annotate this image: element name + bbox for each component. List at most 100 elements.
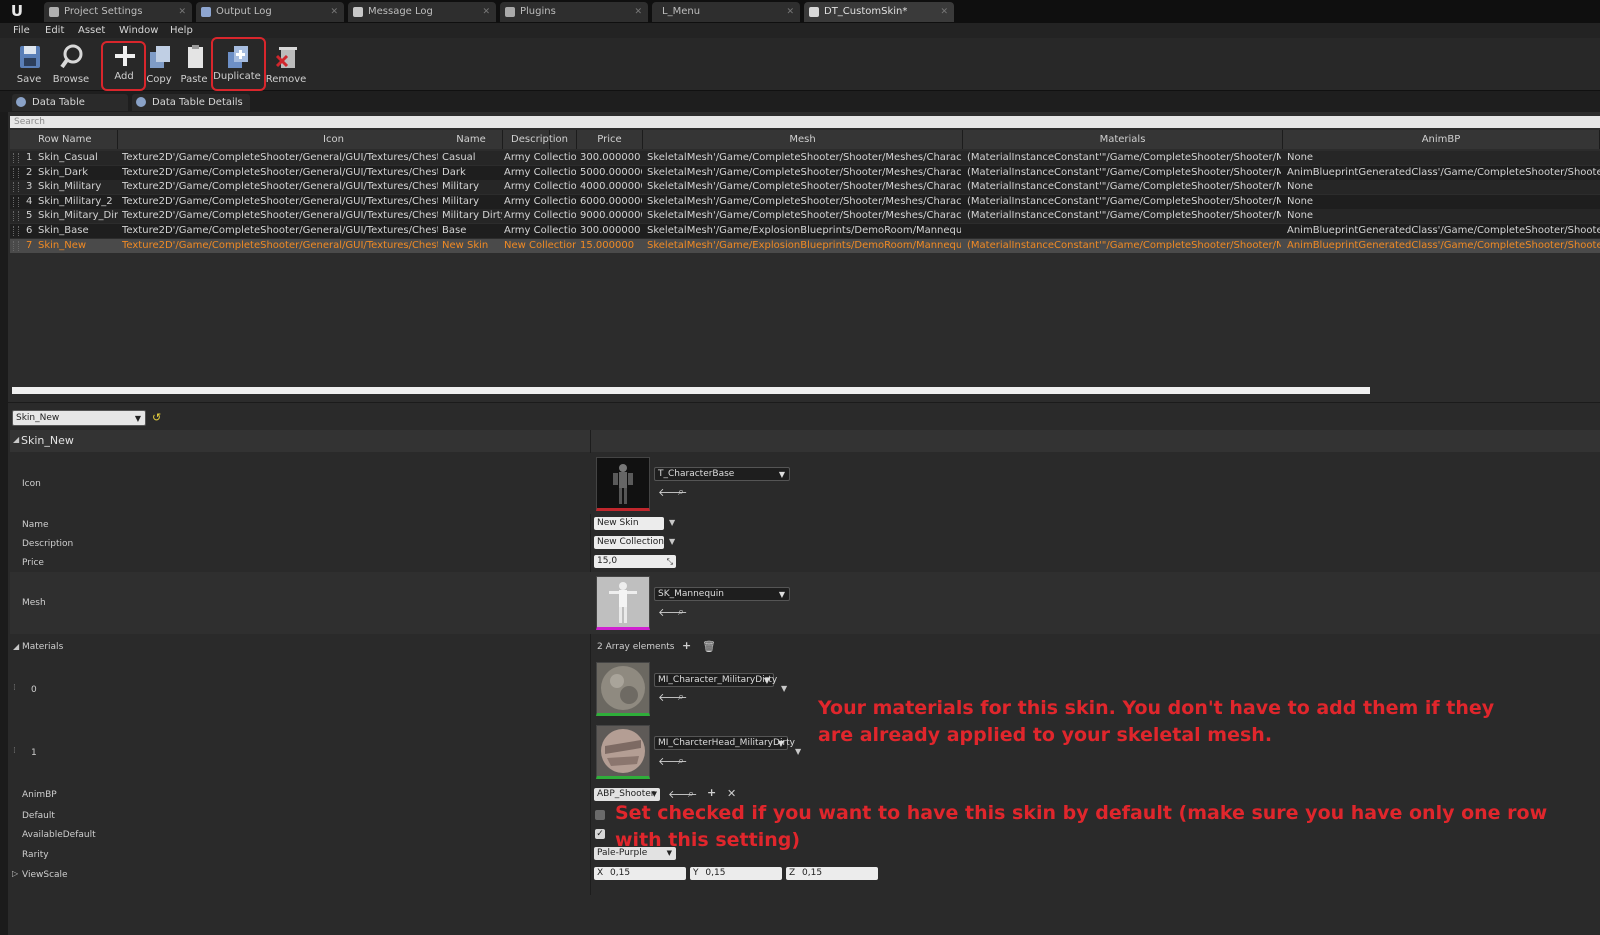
table-row[interactable]: 6 Skin_Base Texture2D'/Game/CompleteShoote… <box>10 224 1600 238</box>
save-button[interactable]: Save <box>9 42 49 88</box>
name-field[interactable]: New Skin <box>594 517 664 530</box>
viewscale-z-field[interactable]: Z 0,15 <box>786 867 878 880</box>
materials-cell: (MaterialInstanceConstant'"/Game/Complet… <box>967 152 1281 163</box>
default-checkbox[interactable] <box>595 810 605 820</box>
material-0-thumbnail[interactable] <box>596 662 650 716</box>
table-row[interactable]: 2 Skin_Dark Texture2D'/Game/CompleteShoote… <box>10 165 1600 180</box>
property-label: Rarity <box>22 850 49 860</box>
description-field[interactable]: New Collection <box>594 536 664 549</box>
table-row[interactable]: 3 Skin_Military Texture2D'/Game/CompleteSh… <box>10 180 1600 195</box>
horizontal-scrollbar[interactable] <box>12 387 1370 394</box>
section-header[interactable]: ◢ Skin_New <box>10 430 1600 452</box>
mesh-property-row <box>10 572 1600 634</box>
chevron-down-icon[interactable]: ▼ <box>669 537 675 546</box>
spin-arrows-icon: ⤡ <box>666 557 673 566</box>
drag-handle-icon[interactable] <box>13 196 19 207</box>
chevron-down-icon: ▼ <box>134 414 141 423</box>
drag-handle-icon[interactable]: ⁞ <box>13 683 16 693</box>
menu-asset[interactable]: Asset <box>78 23 105 38</box>
browse-magnifier-icon[interactable]: ⌕ <box>688 787 694 801</box>
column-header-materials[interactable]: Materials <box>963 130 1283 149</box>
price-cell: 4000.000000 <box>580 181 642 193</box>
price-field[interactable]: 15,0 ⤡ <box>594 555 676 568</box>
browse-magnifier-icon[interactable]: ⌕ <box>678 605 684 619</box>
tab-data-table-details[interactable]: Data Table Details <box>132 94 250 111</box>
paste-button[interactable]: Paste <box>174 42 214 88</box>
icon-thumbnail[interactable] <box>596 457 650 511</box>
material-1-thumbnail[interactable] <box>596 725 650 779</box>
mesh-asset-dropdown[interactable]: SK_Mannequin ▼ <box>654 587 790 601</box>
viewscale-x-field[interactable]: X 0,15 <box>594 867 686 880</box>
tab-dt-customskin[interactable]: DT_CustomSkin* ✕ <box>804 2 954 22</box>
close-icon[interactable]: ✕ <box>178 2 186 22</box>
column-header-name[interactable]: Name <box>440 130 503 149</box>
column-header-description[interactable]: Description <box>503 130 577 149</box>
drag-handle-icon[interactable] <box>13 226 19 236</box>
column-header-price[interactable]: Price <box>577 130 643 149</box>
reset-arrow-icon[interactable]: ↺ <box>152 411 161 424</box>
tab-l-menu[interactable]: L_Menu ✕ <box>652 2 800 22</box>
remove-button[interactable]: Remove <box>266 42 306 88</box>
browse-magnifier-icon[interactable]: ⌕ <box>678 485 684 499</box>
icon-asset-dropdown[interactable]: T_CharacterBase ▼ <box>654 467 790 481</box>
table-row[interactable]: 4 Skin_Military_2 Texture2D'/Game/Complete… <box>10 194 1600 209</box>
clear-x-icon[interactable]: ✕ <box>727 787 736 800</box>
menu-edit[interactable]: Edit <box>45 23 64 38</box>
tab-data-table[interactable]: Data Table <box>12 94 128 111</box>
tab-output-log[interactable]: Output Log ✕ <box>196 2 344 22</box>
viewscale-y-field[interactable]: Y 0,15 <box>690 867 782 880</box>
drag-handle-icon[interactable] <box>13 211 19 222</box>
row-name-cell: Skin_New <box>38 239 87 251</box>
collapse-triangle-icon[interactable]: ◢ <box>13 642 19 651</box>
chevron-down-icon[interactable]: ▼ <box>669 518 675 527</box>
drag-handle-icon[interactable] <box>13 240 19 251</box>
trash-icon[interactable]: 🗑 <box>702 640 716 653</box>
duplicate-icon <box>228 46 248 68</box>
materials-cell <box>967 224 1281 238</box>
duplicate-button[interactable]: Duplicate <box>213 42 261 88</box>
chevron-down-icon[interactable]: ▼ <box>781 684 787 693</box>
copy-icon <box>150 46 170 68</box>
material-0-dropdown[interactable]: MI_Character_MilitaryDirty ▼ <box>654 673 777 687</box>
rarity-dropdown[interactable]: Pale-Purple ▼ <box>594 847 676 860</box>
menu-file[interactable]: File <box>13 23 30 38</box>
chevron-down-icon[interactable]: ▼ <box>795 747 801 756</box>
add-element-icon[interactable]: + <box>682 639 691 652</box>
drag-handle-icon[interactable] <box>13 153 19 163</box>
unreal-logo-icon: U <box>10 2 24 20</box>
column-header-animbp[interactable]: AnimBP <box>1283 130 1600 149</box>
close-icon[interactable]: ✕ <box>940 2 948 22</box>
search-input[interactable]: Search <box>10 116 1600 128</box>
property-label: AvailableDefault <box>22 830 96 840</box>
tab-label: Message Log <box>368 6 433 17</box>
chevron-down-icon: ▼ <box>666 849 672 857</box>
browse-magnifier-icon[interactable]: ⌕ <box>678 690 684 704</box>
drag-handle-icon[interactable] <box>13 167 19 178</box>
drag-handle-icon[interactable] <box>13 182 19 193</box>
row-select-dropdown[interactable]: Skin_New ▼ <box>12 410 146 426</box>
menu-window[interactable]: Window <box>119 23 158 38</box>
table-row[interactable]: 7 Skin_New Texture2D'/Game/CompleteShooter… <box>10 238 1600 253</box>
menu-help[interactable]: Help <box>170 23 193 38</box>
close-icon[interactable]: ✕ <box>634 2 642 22</box>
table-row[interactable]: 1 Skin_Casual Texture2D'/Game/CompleteShoo… <box>10 151 1600 165</box>
expand-triangle-icon[interactable]: ▷ <box>12 869 18 878</box>
browse-magnifier-icon[interactable]: ⌕ <box>678 754 684 768</box>
chevron-down-icon: ▼ <box>777 739 784 748</box>
mesh-thumbnail[interactable] <box>596 576 650 630</box>
column-header-row-name[interactable]: Row Name <box>10 130 118 149</box>
drag-handle-icon[interactable]: ⁞ <box>13 746 16 756</box>
table-row[interactable]: 5Skin_Miitary_DirtyTexture2D'/Game/Compl… <box>10 209 1600 224</box>
column-header-mesh[interactable]: Mesh <box>643 130 963 149</box>
tab-plugins[interactable]: Plugins ✕ <box>500 2 648 22</box>
close-icon[interactable]: ✕ <box>330 2 338 22</box>
close-icon[interactable]: ✕ <box>786 2 794 22</box>
available-default-checkbox[interactable]: ✓ <box>595 829 605 839</box>
close-icon[interactable]: ✕ <box>482 2 490 22</box>
tab-label: Output Log <box>216 6 272 17</box>
tab-project-settings[interactable]: Project Settings ✕ <box>44 2 192 22</box>
material-1-dropdown[interactable]: MI_CharcterHead_MilitaryDirty ▼ <box>654 736 795 750</box>
new-asset-plus-icon[interactable]: + <box>707 786 716 799</box>
tab-message-log[interactable]: Message Log ✕ <box>348 2 496 22</box>
browse-button[interactable]: Browse <box>51 42 91 88</box>
